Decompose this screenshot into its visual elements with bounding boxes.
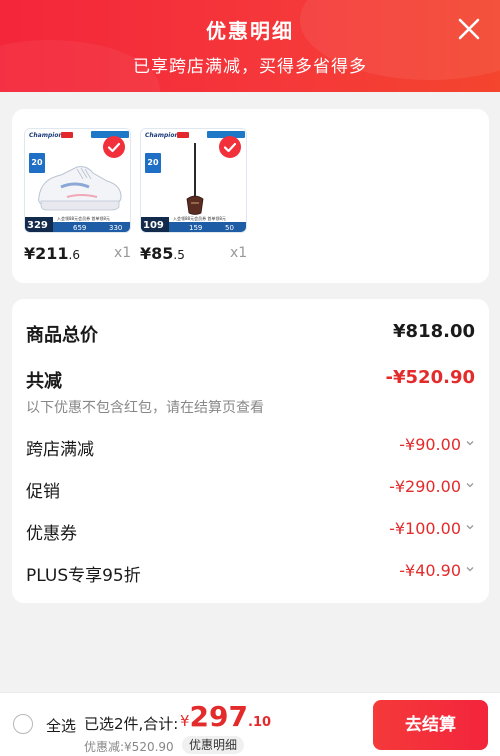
brand-logo: Champion: [145, 132, 179, 139]
product-quantity: x1: [230, 245, 248, 261]
summary-card: 商品总价 ¥818.00 共减 -¥520.90 以下优惠不包含红包，请在结算页…: [12, 299, 489, 603]
product-item[interactable]: Champion 20 入会领88元会员券 首单领8元 329 659 330: [24, 128, 131, 263]
total-price-value: ¥818.00: [393, 321, 475, 342]
total-discount-value: -¥520.90: [385, 367, 475, 388]
promo-badge: 20: [145, 153, 161, 173]
product-item[interactable]: Champion 20 入会领88元会员券 首单领8元 109 159 50 ¥…: [140, 128, 247, 263]
close-button[interactable]: [452, 12, 486, 46]
total-price-label: 商品总价: [26, 325, 98, 346]
product-price: ¥85.5: [140, 244, 185, 263]
product-quantity: x1: [114, 245, 132, 261]
chevron-down-icon: [466, 441, 474, 446]
close-icon: [458, 18, 480, 40]
checkout-button[interactable]: 去结算: [373, 700, 488, 750]
chevron-down-icon: [466, 483, 474, 488]
umbrella-image: [186, 143, 204, 215]
chevron-down-icon: [466, 525, 474, 530]
sneaker-image: [38, 166, 122, 211]
product-price: ¥211.6: [24, 244, 80, 263]
check-icon: [107, 142, 121, 153]
discount-hint: 以下优惠不包含红包，请在结算页查看: [26, 400, 264, 416]
chevron-down-icon: [466, 567, 474, 572]
check-icon: [223, 142, 237, 153]
selected-count: 已选2件,合计:: [84, 715, 179, 733]
page-title: 优惠明细: [206, 19, 294, 43]
grand-total: ¥297.10: [180, 700, 272, 733]
selected-check[interactable]: [219, 136, 241, 158]
checkout-bar: 全选 已选2件,合计: ¥297.10 优惠减:¥520.90 优惠明细 去结算: [0, 692, 500, 756]
selected-check[interactable]: [103, 136, 125, 158]
discount-summary: 优惠减:¥520.90: [84, 740, 174, 754]
header: 优惠明细 已享跨店满减，买得多省得多: [0, 0, 500, 92]
product-thumbnail[interactable]: Champion 20 入会领88元会员券 首单领8元 109 159 50: [140, 128, 247, 233]
select-all-label[interactable]: 全选: [46, 715, 76, 736]
brand-logo: Champion: [29, 132, 63, 139]
page-subtitle: 已享跨店满减，买得多省得多: [133, 57, 367, 77]
discount-detail-button[interactable]: 优惠明细: [182, 736, 245, 754]
select-all-radio[interactable]: [13, 714, 33, 734]
product-card: Champion 20 入会领88元会员券 首单领8元 329 659 330: [12, 109, 489, 283]
product-thumbnail[interactable]: Champion 20 入会领88元会员券 首单领8元 329 659 330: [24, 128, 131, 233]
thumb-price-tag: 109: [141, 217, 169, 232]
thumb-price-tag: 329: [25, 217, 53, 232]
total-discount-label: 共减: [26, 371, 62, 392]
